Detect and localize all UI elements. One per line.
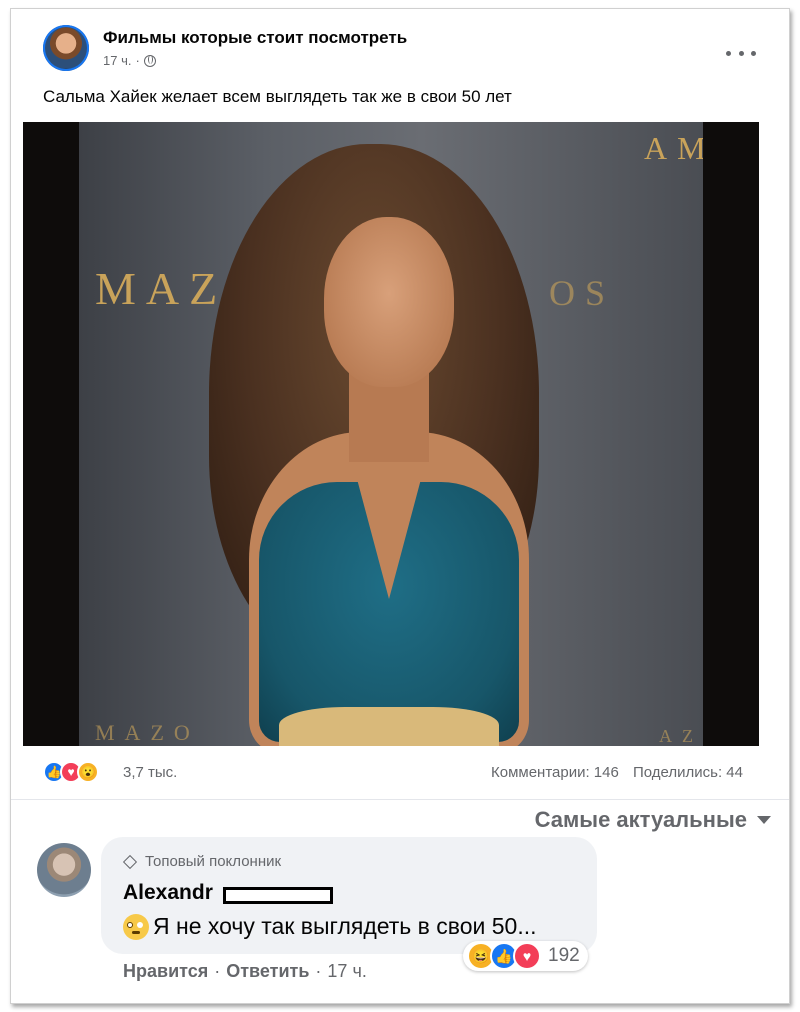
backdrop-sign-bottom-left: MAZO [95,720,200,745]
comment-time[interactable]: 17 ч. [327,961,366,982]
reactions-bar: 👍 ♥ 😮 3,7 тыс. Комментарии: 146 Поделили… [43,761,743,785]
reply-button[interactable]: Ответить [226,961,309,982]
figure-skirt [279,707,499,746]
like-button[interactable]: Нравится [123,961,208,982]
action-separator: · [315,961,322,981]
commenter-name[interactable]: Alexandr [123,881,213,905]
flushed-face-icon [123,913,149,940]
backdrop-sign-bottom-right: AZO [659,726,703,746]
post-text: Сальма Хайек желает всем выглядеть так ж… [43,87,512,106]
dot-icon [726,50,731,56]
comment-bubble: Топовый поклонник Alexandr Я не хочу так… [101,837,597,954]
commenter-avatar[interactable] [37,843,91,897]
globe-icon [143,54,156,67]
action-separator: · [214,961,221,981]
post-header: Фильмы которые стоит посмотреть 17 ч. · [43,25,763,77]
shares-count[interactable]: Поделились: 44 [633,764,743,781]
figure-face [324,217,454,387]
more-options-button[interactable] [726,43,756,63]
comment-reaction-count: 192 [548,945,580,966]
post-card: Фильмы которые стоит посмотреть 17 ч. · … [10,8,790,1004]
post-meta: 17 ч. · [103,53,156,68]
dot-icon [751,50,756,56]
photo-scene: MAZO OS AM MAZO AZO [79,122,703,746]
backdrop-sign-right: OS [549,273,616,313]
backdrop-sign-top-right: AM [644,130,703,166]
post-time[interactable]: 17 ч. [103,53,131,68]
post-photo[interactable]: MAZO OS AM MAZO AZO [23,122,759,746]
engagement-counts: Комментарии: 146 Поделились: 44 [481,764,743,781]
divider [11,799,789,800]
sort-label: Самые актуальные [534,807,747,832]
diamond-icon [123,855,137,869]
comment-body: Я не хочу так выглядеть в свои 50... [153,913,537,939]
dot-icon [738,50,744,56]
reaction-icons[interactable]: 👍 ♥ 😮 [43,761,99,783]
page-name[interactable]: Фильмы которые стоит посмотреть [103,28,407,48]
chevron-down-icon [757,816,771,824]
comment-reactions[interactable]: 😆 👍 ♥ 192 [463,941,588,971]
comment-sort-dropdown[interactable]: Самые актуальные [535,807,771,833]
comment-text: Я не хочу так выглядеть в свои 50... [123,913,537,940]
wow-icon: 😮 [77,761,99,783]
page-avatar[interactable] [43,25,89,71]
meta-separator: · [135,53,140,68]
redacted-surname [223,887,333,904]
comments-count[interactable]: Комментарии: 146 [491,764,619,781]
love-icon: ♥ [513,942,541,970]
comment-actions: Нравится · Ответить · 17 ч. [123,961,367,982]
badge-label: Топовый поклонник [145,853,282,870]
top-fan-badge: Топовый поклонник [123,853,281,870]
reaction-count[interactable]: 3,7 тыс. [123,764,177,781]
